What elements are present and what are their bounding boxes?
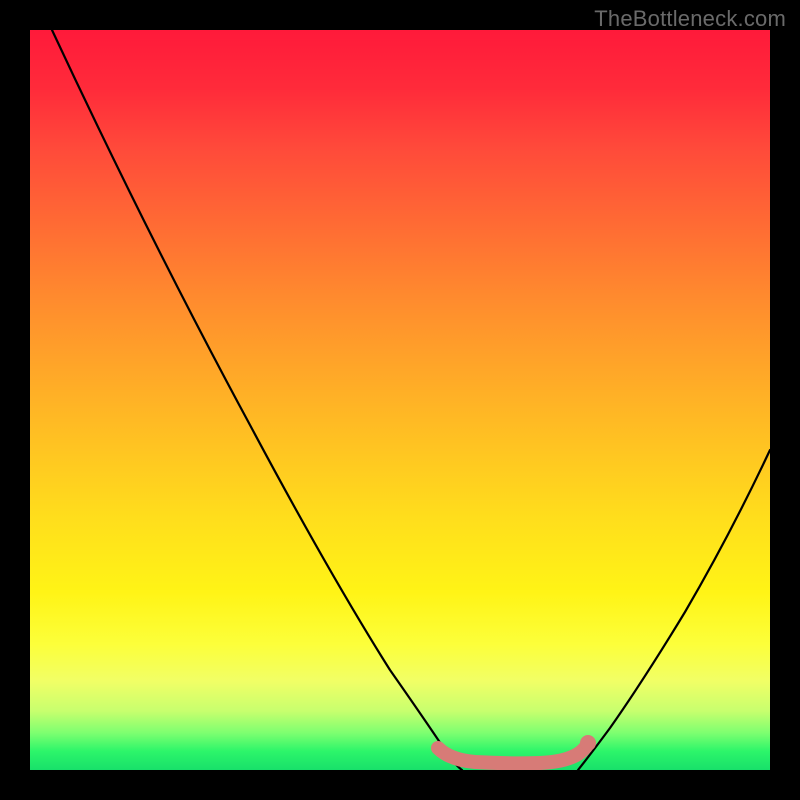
chart-frame: TheBottleneck.com bbox=[0, 0, 800, 800]
plot-area bbox=[30, 30, 770, 770]
watermark-text: TheBottleneck.com bbox=[594, 6, 786, 32]
flat-band bbox=[438, 744, 588, 763]
chart-svg bbox=[30, 30, 770, 770]
right-curve bbox=[578, 450, 770, 770]
left-curve bbox=[52, 30, 462, 770]
flat-band-end-dot bbox=[580, 735, 596, 751]
